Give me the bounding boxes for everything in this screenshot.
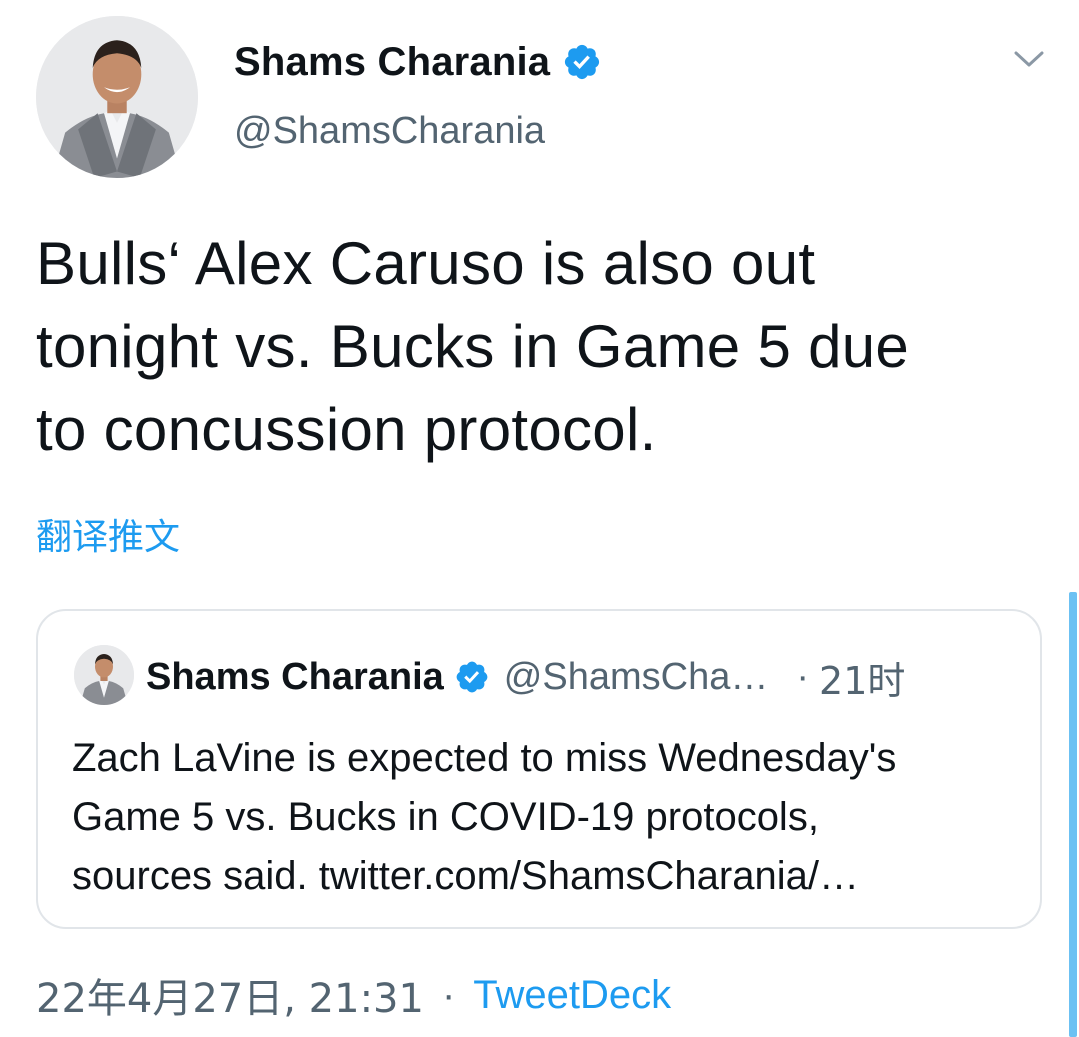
separator-dot: · [796,655,810,698]
quoted-tweet-card[interactable]: Shams Charania @ShamsCha… · 21时 Zach LaV… [36,609,1042,929]
quoted-tweet-header: Shams Charania @ShamsCha… · 21时 [146,653,905,703]
quoted-tweet-text-line: Game 5 vs. Bucks in COVID-19 protocols, [72,795,819,839]
author-avatar[interactable] [36,16,198,178]
quoted-author-avatar [74,645,134,705]
chevron-down-icon[interactable] [1010,44,1048,74]
scrollbar-thumb[interactable] [1069,592,1077,1037]
tweet-text-line: to concussion protocol. [36,396,657,463]
tweet-source-link[interactable]: TweetDeck [473,973,671,1018]
verified-badge-icon [454,659,490,695]
quoted-tweet-text-line: Zach LaVine is expected to miss Wednesda… [72,736,897,780]
quoted-author-display-name: Shams Charania [146,655,444,698]
quoted-tweet-text-line: sources said. twitter.com/ShamsCharania/… [72,854,859,898]
tweet-text-line: tonight vs. Bucks in Game 5 due [36,313,910,380]
author-display-name[interactable]: Shams Charania [234,40,550,85]
tweet-text: Bulls‘ Alex Caruso is also out tonight v… [36,222,1046,471]
quoted-tweet-text: Zach LaVine is expected to miss Wednesda… [72,729,1022,906]
separator-dot: · [441,972,456,1017]
quoted-author-handle: @ShamsCha… [503,655,769,698]
quoted-tweet-time: 21时 [819,658,906,703]
tweet-text-line: Bulls‘ Alex Caruso is also out [36,230,816,297]
translate-tweet-link[interactable]: 翻译推文 [36,508,180,560]
tweet-meta: 22年4月27日, 21:31 · TweetDeck [36,966,671,1024]
tweet-timestamp[interactable]: 22年4月27日, 21:31 [36,966,424,1024]
avatar-photo [74,645,134,705]
author-handle[interactable]: @ShamsCharania [234,110,545,153]
avatar-photo [36,16,198,178]
verified-badge-icon [562,42,602,82]
author-name-row[interactable]: Shams Charania [234,38,602,86]
